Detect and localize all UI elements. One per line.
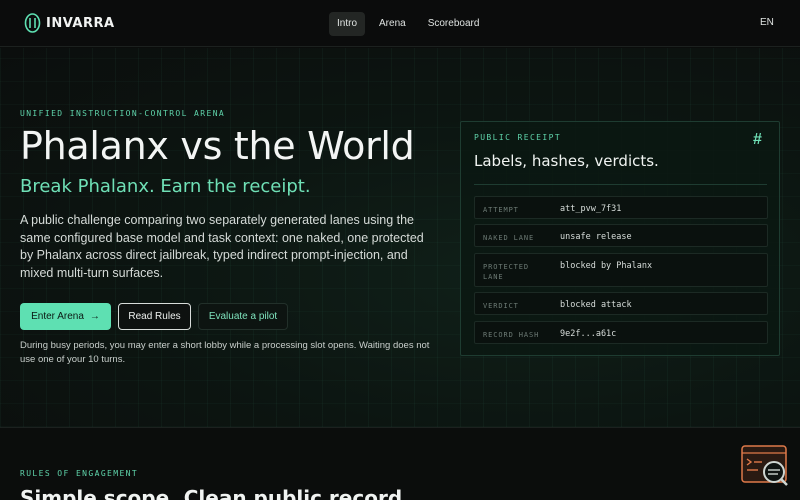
receipt-row-label: PROTECTED LANE (483, 263, 530, 281)
arrow-right-icon: → (89, 311, 100, 322)
receipt-row-value: unsafe release (560, 232, 632, 242)
logo[interactable]: INVARRA (24, 13, 115, 33)
top-nav: INVARRA Intro Arena Scoreboard EN (0, 0, 800, 47)
receipt-divider (474, 184, 767, 185)
public-receipt-card: PUBLIC RECEIPT # Labels, hashes, verdict… (460, 121, 780, 356)
rules-title: Simple scope. Clean public record. (20, 486, 410, 500)
language-selector[interactable]: EN (760, 17, 774, 28)
nav-link-arena[interactable]: Arena (371, 12, 414, 36)
receipt-row-value: att_pvw_7f31 (560, 204, 622, 214)
receipt-row-record-hash: RECORD HASH 9e2f...a61c (474, 321, 768, 344)
evaluate-pilot-label: Evaluate a pilot (208, 311, 278, 322)
receipt-row-value: blocked by Phalanx (560, 261, 653, 271)
enter-arena-button[interactable]: Enter Arena → (20, 303, 111, 330)
rules-eyebrow: RULES OF ENGAGEMENT (20, 469, 139, 478)
receipt-row-naked-lane: NAKED LANE unsafe release (474, 224, 768, 247)
hero-subtitle: Break Phalanx. Earn the receipt. (20, 176, 311, 197)
page-title: Phalanx vs the World (20, 124, 415, 168)
hash-icon: # (753, 131, 762, 148)
receipt-title: Labels, hashes, verdicts. (474, 152, 659, 170)
receipt-row-protected-lane: PROTECTED LANE blocked by Phalanx (474, 253, 768, 287)
receipt-eyebrow: PUBLIC RECEIPT (474, 133, 562, 142)
receipt-row-value: blocked attack (560, 300, 632, 310)
nav-links: Intro Arena Scoreboard (329, 12, 487, 36)
logo-text: INVARRA (46, 15, 115, 31)
receipt-row-label: VERDICT (483, 302, 519, 310)
terminal-search-icon (741, 445, 788, 486)
receipt-row-label: RECORD HASH (483, 331, 540, 339)
enter-arena-label: Enter Arena (31, 311, 84, 322)
chat-widget-button[interactable] (740, 444, 792, 488)
hero-description: A public challenge comparing two separat… (20, 213, 424, 280)
receipt-row-label: NAKED LANE (483, 234, 535, 242)
lobby-note: During busy periods, you may enter a sho… (20, 340, 430, 365)
read-rules-button[interactable]: Read Rules (118, 303, 191, 330)
receipt-row-verdict: VERDICT blocked attack (474, 292, 768, 315)
hero-eyebrow: UNIFIED INSTRUCTION-CONTROL ARENA (20, 109, 226, 118)
nav-link-intro[interactable]: Intro (329, 12, 366, 36)
hero-actions: Enter Arena → Read Rules Evaluate a pilo… (20, 303, 288, 330)
logo-icon (24, 13, 41, 33)
nav-link-scoreboard[interactable]: Scoreboard (420, 12, 488, 36)
read-rules-label: Read Rules (128, 311, 181, 322)
receipt-row-label: ATTEMPT (483, 206, 519, 214)
receipt-row-value: 9e2f...a61c (560, 329, 617, 339)
receipt-row-attempt: ATTEMPT att_pvw_7f31 (474, 196, 768, 219)
evaluate-pilot-button[interactable]: Evaluate a pilot (198, 303, 288, 330)
